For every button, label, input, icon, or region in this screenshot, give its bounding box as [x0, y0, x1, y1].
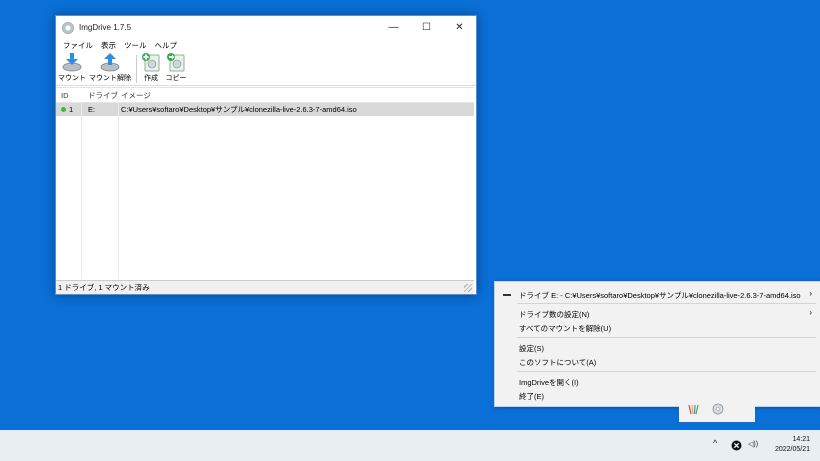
menu-separator: [517, 337, 816, 338]
submenu-arrow-icon: ›: [809, 289, 812, 298]
ctx-settings[interactable]: 設定(S): [519, 343, 544, 354]
clock-time: 14:21: [792, 436, 810, 443]
ctx-unmount-all[interactable]: すべてのマウントを解除(U): [519, 323, 611, 334]
row-id-cell: 1: [56, 105, 81, 114]
toolbar: マウント マウント解除 作成 コピー: [56, 52, 476, 86]
copy-image-icon: [167, 53, 185, 72]
resize-grip[interactable]: [464, 284, 472, 292]
imgdrive-tray-icon[interactable]: [712, 403, 724, 415]
menu-tools[interactable]: ツール: [120, 40, 151, 51]
imgdrive-app-icon: [62, 21, 74, 34]
title-bar[interactable]: ImgDrive 1.7.5 — ☐ ✕: [56, 16, 476, 39]
maximize-button[interactable]: ☐: [410, 16, 443, 39]
row-image-path: C:¥Users¥softaro¥Desktop¥サンプル¥clonezilla…: [121, 105, 357, 114]
ctx-about[interactable]: このソフトについて(A): [519, 357, 596, 368]
ctx-open[interactable]: ImgDriveを開く(I): [519, 377, 579, 388]
row-id: 1: [69, 105, 74, 114]
copy-button[interactable]: コピー: [165, 52, 187, 85]
column-image[interactable]: イメージ: [118, 90, 151, 101]
submenu-arrow-icon: ›: [809, 308, 812, 317]
unmount-label: マウント解除: [89, 75, 131, 82]
menu-separator: [517, 371, 816, 372]
unmount-button[interactable]: マウント解除: [89, 52, 131, 85]
menu-help[interactable]: ヘルプ: [151, 40, 182, 51]
status-bar: 1 ドライブ, 1 マウント済み: [56, 280, 474, 294]
window-title: ImgDrive 1.7.5: [79, 23, 132, 32]
column-id[interactable]: ID: [56, 91, 81, 100]
ctx-drive-item[interactable]: ドライブ E: - C:¥Users¥softaro¥Desktop¥サンプル¥…: [519, 290, 801, 301]
menu-separator: [517, 303, 816, 304]
menu-bar: ファイル 表示 ツール ヘルプ: [56, 39, 476, 52]
column-divider: [81, 102, 82, 279]
ctx-exit[interactable]: 終了(E): [519, 391, 544, 402]
unmount-icon: [100, 53, 120, 72]
mount-icon: [62, 53, 82, 72]
column-drive[interactable]: ドライブ: [81, 90, 118, 101]
mounted-status-icon: [61, 107, 66, 112]
list-header: ID ドライブ イメージ: [56, 88, 474, 103]
tray-overflow-popup: [679, 397, 755, 422]
clock[interactable]: 14:21 2022/05/21: [775, 435, 810, 455]
row-drive: E:: [88, 105, 96, 114]
status-text: 1 ドライブ, 1 マウント済み: [58, 283, 150, 292]
clock-date: 2022/05/21: [774, 446, 810, 453]
mount-label: マウント: [58, 75, 86, 82]
toolbar-separator: [136, 55, 137, 83]
menu-view[interactable]: 表示: [97, 40, 120, 51]
drive-list[interactable]: ID ドライブ イメージ 1 E: C:¥Users¥softaro¥Deskt…: [56, 87, 474, 279]
column-divider: [118, 102, 119, 279]
create-image-icon: [142, 53, 160, 72]
taskbar: ^ ◁)) 14:21 2022/05/21: [0, 430, 820, 461]
network-disconnected-icon[interactable]: [731, 440, 742, 451]
show-hidden-icons-button[interactable]: ^: [713, 438, 717, 448]
colorful-app-tray-icon[interactable]: [687, 403, 699, 415]
copy-label: コピー: [165, 75, 187, 82]
tray-context-menu: ドライブ E: - C:¥Users¥softaro¥Desktop¥サンプル¥…: [494, 281, 820, 407]
close-button[interactable]: ✕: [443, 16, 476, 39]
imgdrive-window: ImgDrive 1.7.5 — ☐ ✕ ファイル 表示 ツール ヘルプ マウン…: [55, 15, 477, 295]
mounted-dash-icon: [503, 294, 511, 296]
menu-file[interactable]: ファイル: [59, 40, 97, 51]
ctx-drive-count[interactable]: ドライブ数の設定(N): [519, 309, 589, 320]
create-button[interactable]: 作成: [140, 52, 162, 85]
window-controls: — ☐ ✕: [377, 16, 476, 39]
create-label: 作成: [144, 75, 158, 82]
minimize-button[interactable]: —: [377, 16, 410, 39]
volume-icon[interactable]: ◁)): [748, 440, 758, 448]
mount-button[interactable]: マウント: [58, 52, 86, 85]
